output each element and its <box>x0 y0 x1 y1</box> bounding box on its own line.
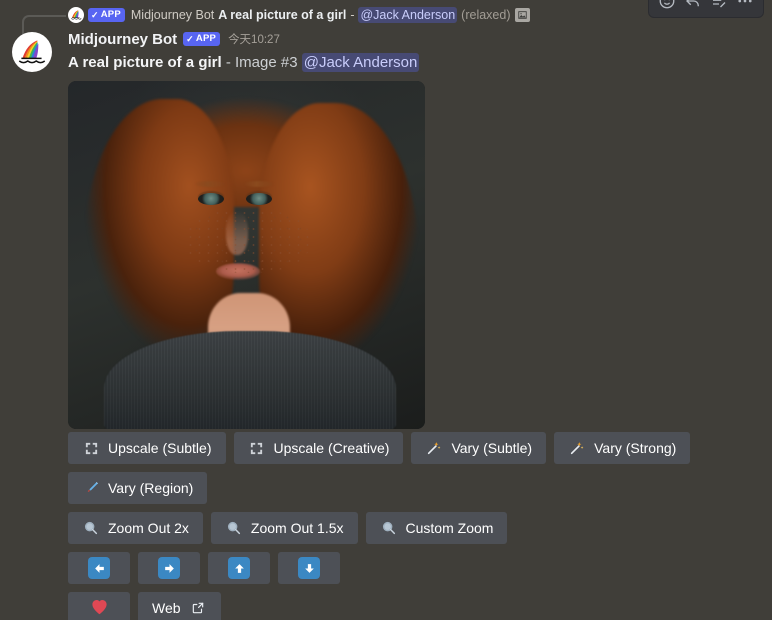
eye-left <box>198 193 224 205</box>
pan-down-button[interactable] <box>278 552 340 584</box>
button-label: Custom Zoom <box>405 520 494 536</box>
message-content: A real picture of a girl - Image #3 @Jac… <box>68 53 762 73</box>
verified-check-icon: ✓ <box>91 9 99 20</box>
arrow-left-icon <box>88 557 110 579</box>
button-label: Zoom Out 2x <box>108 520 189 536</box>
message-header: Midjourney Bot ✓ APP 今天10:27 <box>68 28 762 50</box>
reply-icon[interactable] <box>683 0 703 11</box>
message-author-name[interactable]: Midjourney Bot <box>68 31 177 48</box>
action-button-rows: Upscale (Subtle) Upscale (Creative) Vary… <box>68 432 764 620</box>
favorite-button[interactable] <box>68 592 130 620</box>
sweater <box>104 331 396 429</box>
upscale-subtle-button[interactable]: Upscale (Subtle) <box>68 432 226 464</box>
vary-region-button[interactable]: Vary (Region) <box>68 472 208 504</box>
vary-region-row: Vary (Region) <box>68 472 764 504</box>
arrow-up-icon <box>228 557 250 579</box>
button-label: Upscale (Subtle) <box>108 440 212 456</box>
more-icon[interactable] <box>735 0 755 11</box>
eye-right <box>246 193 272 205</box>
zoom-out-2x-button[interactable]: Zoom Out 2x <box>68 512 203 544</box>
expand-icon <box>82 439 100 457</box>
reply-dash: - <box>350 8 355 22</box>
zoom-row: Zoom Out 2x Zoom Out 1.5x Custom Zoom <box>68 512 764 544</box>
reply-author-name: Midjourney Bot <box>130 8 215 22</box>
midjourney-logo <box>68 7 84 23</box>
button-label: Upscale (Creative) <box>273 440 390 456</box>
thread-icon[interactable] <box>709 0 729 11</box>
heart-icon <box>90 598 109 618</box>
button-label: Zoom Out 1.5x <box>250 520 344 536</box>
generated-image[interactable] <box>68 81 425 429</box>
reply-prompt-text: A real picture of a girl <box>218 8 347 22</box>
pan-up-button[interactable] <box>208 552 270 584</box>
magnifier-icon <box>225 519 243 537</box>
app-badge: ✓ APP <box>183 32 221 46</box>
discord-message-view: ✓ APP Midjourney Bot A real picture of a … <box>0 0 772 620</box>
user-mention[interactable]: @Jack Anderson <box>301 53 420 72</box>
add-reaction-icon[interactable] <box>657 0 677 11</box>
verified-check-icon: ✓ <box>186 33 194 44</box>
bot-message: Midjourney Bot ✓ APP 今天10:27 A real pictu… <box>0 28 772 429</box>
magic-wand-icon <box>568 439 586 457</box>
reply-mode-text: (relaxed) <box>461 8 511 22</box>
prompt-text: A real picture of a girl <box>68 54 222 71</box>
custom-zoom-button[interactable]: Custom Zoom <box>365 512 508 544</box>
arrow-down-icon <box>298 557 320 579</box>
image-icon <box>514 8 530 22</box>
image-index-text: - Image #3 <box>225 54 298 71</box>
open-web-button[interactable]: Web <box>138 592 221 620</box>
paintbrush-icon <box>82 479 100 497</box>
magnifier-icon <box>82 519 100 537</box>
freckles <box>186 209 310 273</box>
upscale-creative-button[interactable]: Upscale (Creative) <box>233 432 404 464</box>
eyebrow-left <box>195 181 225 187</box>
pan-right-button[interactable] <box>138 552 200 584</box>
button-label: Vary (Subtle) <box>451 440 533 456</box>
button-label: Web <box>152 600 181 616</box>
zoom-out-1-5x-button[interactable]: Zoom Out 1.5x <box>210 512 358 544</box>
message-hover-toolbar[interactable] <box>648 0 764 18</box>
pan-left-button[interactable] <box>68 552 130 584</box>
eyebrow-right <box>244 181 274 187</box>
button-label: Vary (Region) <box>108 480 194 496</box>
reply-mention[interactable]: @Jack Anderson <box>358 7 458 23</box>
avatar[interactable] <box>12 32 52 72</box>
upscale-vary-row: Upscale (Subtle) Upscale (Creative) Vary… <box>68 432 764 464</box>
favorite-web-row: Web <box>68 592 764 620</box>
external-link-icon <box>189 599 207 617</box>
magic-wand-icon <box>425 439 443 457</box>
arrow-right-icon <box>158 557 180 579</box>
vary-subtle-button[interactable]: Vary (Subtle) <box>411 432 547 464</box>
reply-app-badge: ✓ APP <box>88 8 125 22</box>
message-timestamp: 今天10:27 <box>228 34 280 46</box>
pan-row <box>68 552 764 584</box>
expand-icon <box>248 439 266 457</box>
button-label: Vary (Strong) <box>594 440 677 456</box>
magnifier-icon <box>380 519 398 537</box>
vary-strong-button[interactable]: Vary (Strong) <box>554 432 691 464</box>
